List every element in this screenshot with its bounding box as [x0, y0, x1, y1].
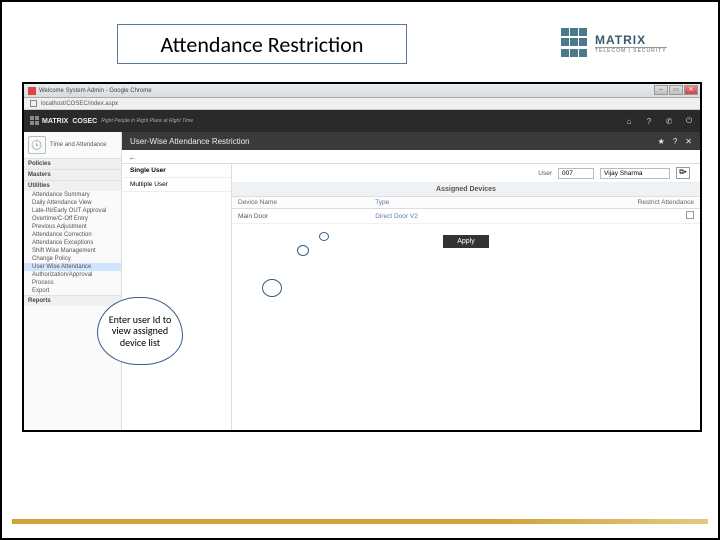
callout-bubble — [319, 232, 329, 241]
slide-title: Attendance Restriction — [117, 24, 407, 64]
header-brand: MATRIX — [42, 118, 68, 125]
devices-table: Device Name Type Restrict Attendance Mai… — [232, 197, 700, 224]
sidebar-item[interactable]: Attendance Exceptions — [24, 239, 121, 247]
header-product: COSEC — [72, 118, 97, 125]
sidebar-item[interactable]: Daily Attendance View — [24, 199, 121, 207]
calendar-clock-icon: 🕓 — [28, 136, 46, 154]
page-icon — [30, 100, 37, 107]
sidebar-item[interactable]: Previous Adjustment — [24, 223, 121, 231]
sidebar-item[interactable]: Change Policy — [24, 255, 121, 263]
sidebar-item[interactable]: Authorization/Approval — [24, 271, 121, 279]
apply-button[interactable]: Apply — [443, 235, 489, 248]
sidebar-group-utilities[interactable]: Utilities — [24, 180, 121, 191]
detail-pane: User ⧉▸ Assigned Devices Device Name Typ… — [232, 164, 700, 430]
sidebar-group-masters[interactable]: Masters — [24, 169, 121, 180]
cell-restrict — [516, 209, 700, 224]
callout: Enter user Id to view assigned device li… — [97, 297, 197, 372]
module-label: Time and Attendance — [50, 142, 106, 149]
table-row[interactable]: Main Door Direct Door V2 — [232, 209, 700, 224]
power-icon[interactable]: ⏻ — [684, 116, 694, 126]
module-header[interactable]: 🕓 Time and Attendance — [24, 132, 121, 158]
callout-cloud: Enter user Id to view assigned device li… — [97, 297, 183, 365]
main-panel: User-Wise Attendance Restriction ★ ? ✕ ←… — [122, 132, 700, 430]
user-picker-button[interactable]: ⧉▸ — [676, 167, 690, 179]
sidebar-item[interactable]: Export — [24, 287, 121, 295]
star-icon[interactable]: ★ — [658, 137, 665, 146]
sidebar-item[interactable]: Late-IN/Early OUT Approval — [24, 207, 121, 215]
logo-subtitle: TELECOM | SECURITY — [595, 47, 667, 54]
matrix-logo: MATRIX TELECOM | SECURITY — [561, 24, 696, 62]
panel-titlebar: User-Wise Attendance Restriction ★ ? ✕ — [122, 132, 700, 150]
phone-icon[interactable]: ✆ — [664, 116, 674, 126]
close-button[interactable]: ✕ — [684, 85, 698, 95]
user-id-input[interactable] — [558, 168, 594, 179]
sidebar-item[interactable]: Attendance Correction — [24, 231, 121, 239]
sidebar-group-policies[interactable]: Policies — [24, 158, 121, 169]
mode-single-user[interactable]: Single User — [122, 164, 231, 178]
assigned-devices-header: Assigned Devices — [232, 183, 700, 197]
logo-grid-icon — [561, 28, 591, 58]
user-name-input[interactable] — [600, 168, 670, 179]
cell-device-name: Main Door — [232, 209, 369, 224]
browser-titlebar: Welcome System Admin - Google Chrome – ▭… — [24, 84, 700, 98]
address-bar[interactable]: localhost/COSEC/index.aspx — [24, 98, 700, 110]
back-arrow-icon[interactable]: ← — [128, 152, 137, 162]
sidebar-item[interactable]: Overtime/C-Off Entry — [24, 215, 121, 223]
help-icon[interactable]: ? — [644, 116, 654, 126]
cell-device-type: Direct Door V2 — [369, 209, 516, 224]
user-selector-row: User ⧉▸ — [232, 164, 700, 183]
window-controls: – ▭ ✕ — [654, 85, 698, 95]
col-device-name[interactable]: Device Name — [232, 197, 369, 209]
table-header-row: Device Name Type Restrict Attendance — [232, 197, 700, 209]
app-header: MATRIX COSEC Right People in Right Place… — [24, 110, 700, 132]
window-title: Welcome System Admin - Google Chrome — [39, 88, 152, 94]
col-restrict[interactable]: Restrict Attendance — [516, 197, 700, 209]
callout-bubble — [262, 279, 282, 297]
minimize-button[interactable]: – — [654, 85, 668, 95]
logo-brand: MATRIX — [595, 33, 667, 47]
col-device-type[interactable]: Type — [369, 197, 516, 209]
callout-text: Enter user Id to view assigned device li… — [104, 314, 176, 349]
user-label: User — [538, 170, 552, 177]
restrict-checkbox[interactable] — [686, 211, 694, 219]
sidebar-item[interactable]: Attendance Summary — [24, 191, 121, 199]
callout-bubble — [297, 245, 309, 256]
maximize-button[interactable]: ▭ — [669, 85, 683, 95]
app-screenshot: Welcome System Admin - Google Chrome – ▭… — [22, 82, 702, 432]
home-icon[interactable]: ⌂ — [624, 116, 634, 126]
mode-multiple-user[interactable]: Multiple User — [122, 178, 231, 192]
sidebar-item-active[interactable]: User Wise Attendance — [24, 263, 121, 271]
header-logo: MATRIX — [30, 116, 68, 126]
slide-frame: Attendance Restriction MATRIX TELECOM | … — [0, 0, 720, 540]
sidebar-item[interactable]: Shift Wise Management — [24, 247, 121, 255]
sidebar-item[interactable]: Process — [24, 279, 121, 287]
header-tagline: Right People in Right Place at Right Tim… — [101, 118, 193, 124]
footer-decoration — [12, 519, 708, 524]
url-text: localhost/COSEC/index.aspx — [41, 101, 118, 107]
close-panel-icon[interactable]: ✕ — [685, 137, 692, 146]
help-panel-icon[interactable]: ? — [673, 137, 677, 146]
panel-toolbar: ← — [122, 150, 700, 164]
panel-title-text: User-Wise Attendance Restriction — [130, 137, 250, 146]
chrome-icon — [28, 87, 36, 95]
sidebar: 🕓 Time and Attendance Policies Masters U… — [24, 132, 122, 430]
